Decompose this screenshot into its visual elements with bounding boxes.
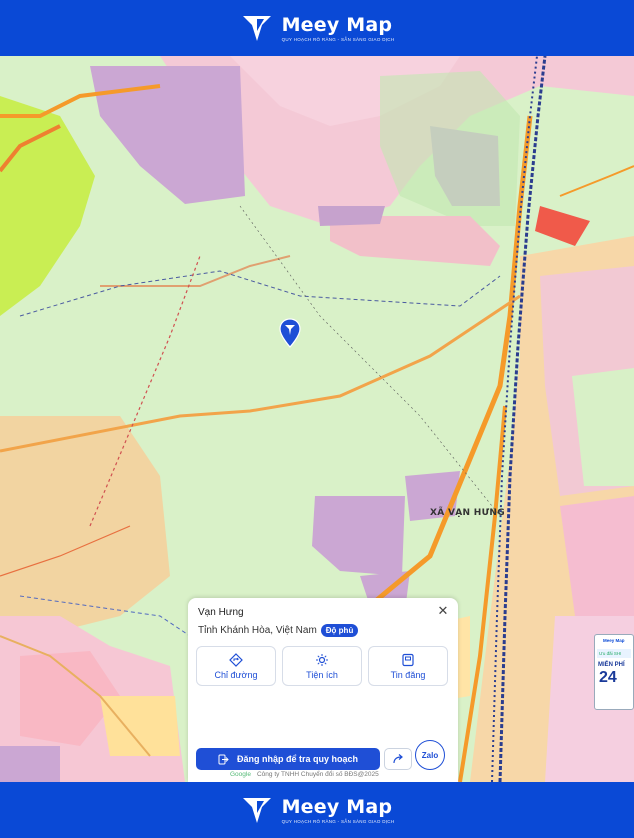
promo-number: 24 bbox=[599, 669, 617, 686]
map-footer: Google Công ty TNHH Chuyển đổi số BĐS@20… bbox=[230, 771, 379, 778]
action-row: Chỉ đường Tiện ích Tin đăng bbox=[196, 646, 448, 686]
brand-name: Meey Map bbox=[281, 14, 393, 36]
brand-name-bottom: Meey Map bbox=[281, 796, 393, 818]
login-button[interactable]: Đăng nhập để tra quy hoạch bbox=[196, 748, 380, 770]
place-name: Vạn Hưng bbox=[198, 607, 244, 618]
brand-tagline: QUY HOẠCH RÕ RÀNG - SẴN SÀNG GIAO DỊCH bbox=[281, 37, 395, 42]
coverage-badge[interactable]: Độ phủ bbox=[320, 624, 359, 637]
promo-logo: Meey Map bbox=[603, 638, 625, 643]
listings-label: Tin đăng bbox=[390, 669, 426, 680]
place-subtitle: Tỉnh Khánh Hòa, Việt Nam bbox=[198, 625, 317, 636]
commune-label: XÃ VẠN HƯNG bbox=[430, 508, 505, 518]
directions-label: Chỉ đường bbox=[214, 669, 258, 680]
place-info-panel: Vạn Hưng ✕ Tỉnh Khánh Hòa, Việt Nam Độ p… bbox=[188, 598, 458, 782]
promo-row: Ưu đãi SHI bbox=[597, 649, 631, 658]
login-label: Đăng nhập để tra quy hoạch bbox=[236, 754, 358, 764]
brand-tagline-bottom: QUY HOẠCH RÕ RÀNG - SẴN SÀNG GIAO DỊCH bbox=[281, 819, 395, 824]
zalo-button[interactable]: Zalo bbox=[415, 740, 445, 770]
directions-button[interactable]: Chỉ đường bbox=[196, 646, 276, 686]
meey-logo-icon bbox=[242, 798, 271, 823]
brand-logo: Meey Map QUY HOẠCH RÕ RÀNG - SẴN SÀNG GI… bbox=[240, 11, 395, 45]
top-brand-bar: Meey Map QUY HOẠCH RÕ RÀNG - SẴN SÀNG GI… bbox=[0, 0, 634, 56]
brand-logo-bottom: Meey Map QUY HOẠCH RÕ RÀNG - SẴN SÀNG GI… bbox=[240, 793, 395, 827]
meey-logo-icon bbox=[242, 16, 271, 41]
share-icon bbox=[393, 754, 403, 764]
copyright-text: Công ty TNHH Chuyển đổi số BĐS@2025 bbox=[256, 771, 379, 778]
login-icon bbox=[218, 754, 229, 764]
amenities-button[interactable]: Tiện ích bbox=[282, 646, 362, 686]
location-pin-icon[interactable] bbox=[279, 318, 301, 348]
promo-free-label: MIỄN PHÍ bbox=[598, 662, 625, 668]
promo-side-card[interactable]: Meey Map Ưu đãi SHI MIỄN PHÍ 24 bbox=[594, 634, 634, 710]
amenities-label: Tiện ích bbox=[306, 669, 338, 680]
share-button[interactable] bbox=[384, 748, 412, 770]
close-icon[interactable]: ✕ bbox=[436, 604, 450, 618]
listings-button[interactable]: Tin đăng bbox=[368, 646, 448, 686]
bottom-brand-bar: Meey Map QUY HOẠCH RÕ RÀNG - SẴN SÀNG GI… bbox=[0, 782, 634, 838]
directions-icon bbox=[229, 652, 243, 667]
google-label: Google bbox=[230, 771, 251, 778]
sun-icon bbox=[316, 653, 328, 666]
place-subtitle-row: Tỉnh Khánh Hòa, Việt Nam Độ phủ bbox=[198, 624, 359, 637]
save-icon bbox=[402, 653, 414, 666]
